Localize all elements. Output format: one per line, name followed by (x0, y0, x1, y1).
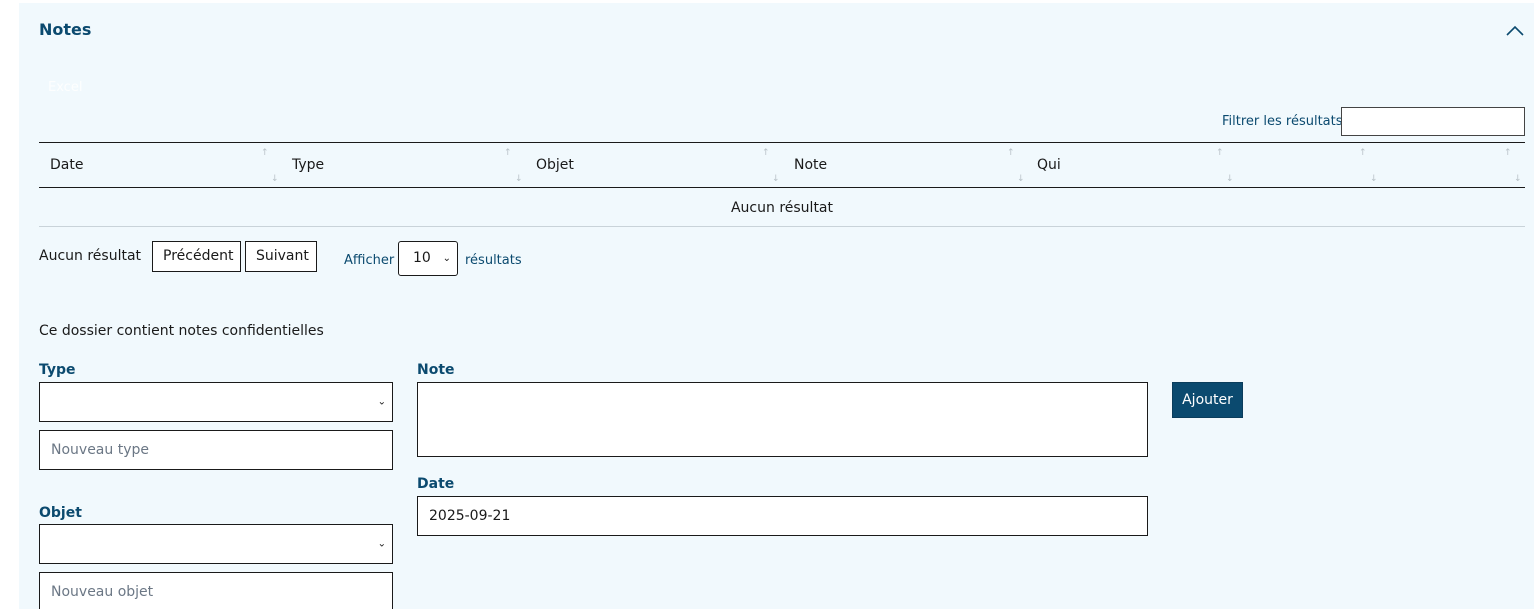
column-header-note[interactable]: Note (794, 143, 827, 187)
sort-desc-icon[interactable]: ↓ (271, 175, 279, 184)
chevron-down-icon: ⌄ (442, 253, 451, 264)
column-header-date[interactable]: Date (50, 143, 83, 187)
results-label: résultats (465, 253, 522, 268)
date-input[interactable]: 2025-09-21 (417, 496, 1148, 536)
sort-asc-icon[interactable]: ↑ (1359, 149, 1367, 158)
section-title: Notes (39, 20, 92, 39)
show-label: Afficher (344, 253, 395, 268)
note-label: Note (417, 362, 455, 378)
objet-select[interactable]: ⌄ (39, 524, 393, 564)
column-header-qui[interactable]: Qui (1037, 143, 1061, 187)
pagination-info: Aucun résultat (39, 248, 142, 264)
sort-asc-icon[interactable]: ↑ (762, 149, 770, 158)
excel-export-button[interactable]: Excel (48, 80, 82, 95)
sort-desc-icon[interactable]: ↓ (772, 175, 780, 184)
chevron-down-icon: ⌄ (377, 538, 386, 550)
filter-label: Filtrer les résultats (1222, 114, 1343, 129)
sort-desc-icon[interactable]: ↓ (1017, 175, 1025, 184)
table-header: Date ↑ ↓ Type ↑ ↓ Objet ↑ ↓ Note ↑ ↓ Qui… (39, 142, 1525, 188)
column-header-type[interactable]: Type (292, 143, 324, 187)
sort-asc-icon[interactable]: ↑ (1504, 149, 1512, 158)
filter-input[interactable] (1341, 107, 1525, 136)
type-label: Type (39, 362, 76, 378)
chevron-up-icon[interactable] (1505, 22, 1525, 38)
sort-asc-icon[interactable]: ↑ (1007, 149, 1015, 158)
add-button[interactable]: Ajouter (1172, 382, 1243, 418)
sort-asc-icon[interactable]: ↑ (261, 149, 269, 158)
sort-desc-icon[interactable]: ↓ (515, 175, 523, 184)
sort-desc-icon[interactable]: ↓ (1370, 175, 1378, 184)
table-empty-row: Aucun résultat (39, 188, 1525, 227)
type-select[interactable]: ⌄ (39, 382, 393, 422)
page-size-select[interactable]: 10 ⌄ (398, 241, 458, 276)
previous-button[interactable]: Précédent (152, 241, 241, 272)
chevron-down-icon: ⌄ (377, 396, 386, 408)
sort-desc-icon[interactable]: ↓ (1226, 175, 1234, 184)
column-header-objet[interactable]: Objet (536, 143, 574, 187)
date-label: Date (417, 476, 455, 492)
note-textarea[interactable] (417, 382, 1148, 457)
sort-desc-icon[interactable]: ↓ (1514, 175, 1522, 184)
new-type-input[interactable]: Nouveau type (39, 430, 393, 470)
new-objet-input[interactable]: Nouveau objet (39, 572, 393, 609)
sort-asc-icon[interactable]: ↑ (504, 149, 512, 158)
page-size-value: 10 (413, 250, 431, 266)
next-button[interactable]: Suivant (245, 241, 317, 272)
confidential-notice: Ce dossier contient notes confidentielle… (39, 323, 324, 339)
sort-asc-icon[interactable]: ↑ (1216, 149, 1224, 158)
objet-label: Objet (39, 505, 82, 521)
